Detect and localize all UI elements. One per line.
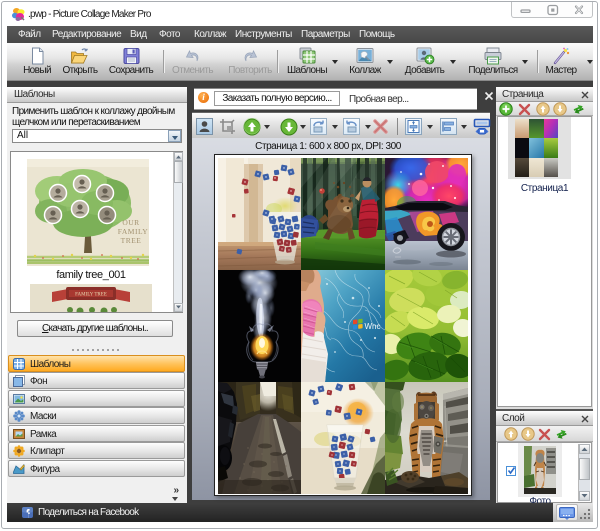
- svg-text:TREE: TREE: [121, 236, 142, 245]
- svg-text:Wnc: Wnc: [365, 322, 381, 331]
- svg-text:OUR: OUR: [122, 218, 139, 227]
- svg-text:FAMILY: FAMILY: [118, 227, 149, 236]
- svg-text:FAMILY TREE: FAMILY TREE: [75, 293, 107, 298]
